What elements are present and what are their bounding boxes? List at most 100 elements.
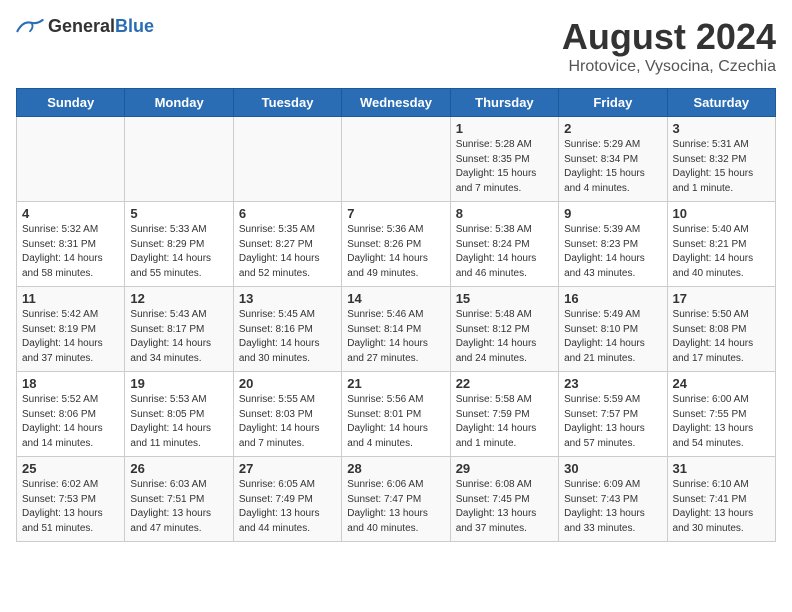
day-number: 10	[673, 206, 770, 221]
day-cell	[17, 117, 125, 202]
day-number: 3	[673, 121, 770, 136]
day-info: Sunrise: 5:32 AM Sunset: 8:31 PM Dayligh…	[22, 223, 119, 281]
day-cell: 9 Sunrise: 5:39 AM Sunset: 8:23 PM Daylig…	[559, 202, 667, 287]
column-header-saturday: Saturday	[667, 89, 775, 117]
day-info: Sunrise: 5:33 AM Sunset: 8:29 PM Dayligh…	[130, 223, 227, 281]
day-number: 11	[22, 291, 119, 306]
day-number: 14	[347, 291, 444, 306]
day-number: 12	[130, 291, 227, 306]
day-cell: 12 Sunrise: 5:43 AM Sunset: 8:17 PM Dayli…	[125, 287, 233, 372]
day-info: Sunrise: 6:06 AM Sunset: 7:47 PM Dayligh…	[347, 478, 444, 536]
day-info: Sunrise: 5:46 AM Sunset: 8:14 PM Dayligh…	[347, 308, 444, 366]
day-number: 6	[239, 206, 336, 221]
day-number: 22	[456, 376, 553, 391]
column-header-thursday: Thursday	[450, 89, 558, 117]
day-cell: 6 Sunrise: 5:35 AM Sunset: 8:27 PM Daylig…	[233, 202, 341, 287]
day-number: 2	[564, 121, 661, 136]
day-info: Sunrise: 5:45 AM Sunset: 8:16 PM Dayligh…	[239, 308, 336, 366]
day-cell: 4 Sunrise: 5:32 AM Sunset: 8:31 PM Daylig…	[17, 202, 125, 287]
day-number: 28	[347, 461, 444, 476]
header-row: SundayMondayTuesdayWednesdayThursdayFrid…	[17, 89, 776, 117]
day-cell: 27Sunrise: 6:05 AM Sunset: 7:49 PM Dayli…	[233, 457, 341, 542]
day-cell: 17Sunrise: 5:50 AM Sunset: 8:08 PM Dayli…	[667, 287, 775, 372]
day-cell: 19 Sunrise: 5:53 AM Sunset: 8:05 PM Dayli…	[125, 372, 233, 457]
column-header-monday: Monday	[125, 89, 233, 117]
day-cell: 11 Sunrise: 5:42 AM Sunset: 8:19 PM Dayli…	[17, 287, 125, 372]
day-cell: 24Sunrise: 6:00 AM Sunset: 7:55 PM Dayli…	[667, 372, 775, 457]
day-cell: 16 Sunrise: 5:49 AM Sunset: 8:10 PM Dayli…	[559, 287, 667, 372]
logo: GeneralBlue	[16, 16, 154, 37]
day-info: Sunrise: 5:38 AM Sunset: 8:24 PM Dayligh…	[456, 223, 553, 281]
day-cell: 7Sunrise: 5:36 AM Sunset: 8:26 PM Daylig…	[342, 202, 450, 287]
day-info: Sunrise: 6:03 AM Sunset: 7:51 PM Dayligh…	[130, 478, 227, 536]
day-number: 21	[347, 376, 444, 391]
day-info: Sunrise: 5:56 AM Sunset: 8:01 PM Dayligh…	[347, 393, 444, 451]
day-info: Sunrise: 5:31 AM Sunset: 8:32 PM Dayligh…	[673, 138, 770, 196]
day-info: Sunrise: 6:10 AM Sunset: 7:41 PM Dayligh…	[673, 478, 770, 536]
day-cell: 13Sunrise: 5:45 AM Sunset: 8:16 PM Dayli…	[233, 287, 341, 372]
day-number: 26	[130, 461, 227, 476]
day-info: Sunrise: 5:29 AM Sunset: 8:34 PM Dayligh…	[564, 138, 661, 196]
day-number: 8	[456, 206, 553, 221]
week-row-5: 25Sunrise: 6:02 AM Sunset: 7:53 PM Dayli…	[17, 457, 776, 542]
logo-blue: Blue	[115, 16, 154, 36]
column-header-tuesday: Tuesday	[233, 89, 341, 117]
day-number: 19	[130, 376, 227, 391]
day-cell: 8 Sunrise: 5:38 AM Sunset: 8:24 PM Daylig…	[450, 202, 558, 287]
day-info: Sunrise: 6:09 AM Sunset: 7:43 PM Dayligh…	[564, 478, 661, 536]
week-row-2: 4 Sunrise: 5:32 AM Sunset: 8:31 PM Daylig…	[17, 202, 776, 287]
day-number: 5	[130, 206, 227, 221]
day-number: 25	[22, 461, 119, 476]
day-info: Sunrise: 5:52 AM Sunset: 8:06 PM Dayligh…	[22, 393, 119, 451]
location-subtitle: Hrotovice, Vysocina, Czechia	[562, 58, 776, 76]
day-cell	[233, 117, 341, 202]
day-info: Sunrise: 5:43 AM Sunset: 8:17 PM Dayligh…	[130, 308, 227, 366]
logo-general: General	[48, 16, 115, 36]
day-number: 30	[564, 461, 661, 476]
day-number: 24	[673, 376, 770, 391]
day-number: 16	[564, 291, 661, 306]
day-cell: 2 Sunrise: 5:29 AM Sunset: 8:34 PM Daylig…	[559, 117, 667, 202]
day-number: 18	[22, 376, 119, 391]
day-number: 15	[456, 291, 553, 306]
day-cell: 10Sunrise: 5:40 AM Sunset: 8:21 PM Dayli…	[667, 202, 775, 287]
month-title: August 2024	[562, 16, 776, 58]
day-cell	[125, 117, 233, 202]
day-number: 27	[239, 461, 336, 476]
column-header-friday: Friday	[559, 89, 667, 117]
day-info: Sunrise: 5:39 AM Sunset: 8:23 PM Dayligh…	[564, 223, 661, 281]
day-number: 29	[456, 461, 553, 476]
day-number: 1	[456, 121, 553, 136]
day-cell: 14 Sunrise: 5:46 AM Sunset: 8:14 PM Dayli…	[342, 287, 450, 372]
calendar-table: SundayMondayTuesdayWednesdayThursdayFrid…	[16, 88, 776, 542]
day-info: Sunrise: 5:36 AM Sunset: 8:26 PM Dayligh…	[347, 223, 444, 281]
day-cell	[342, 117, 450, 202]
column-header-wednesday: Wednesday	[342, 89, 450, 117]
day-info: Sunrise: 5:59 AM Sunset: 7:57 PM Dayligh…	[564, 393, 661, 451]
day-cell: 22Sunrise: 5:58 AM Sunset: 7:59 PM Dayli…	[450, 372, 558, 457]
day-cell: 31Sunrise: 6:10 AM Sunset: 7:41 PM Dayli…	[667, 457, 775, 542]
day-info: Sunrise: 5:49 AM Sunset: 8:10 PM Dayligh…	[564, 308, 661, 366]
day-number: 9	[564, 206, 661, 221]
week-row-4: 18 Sunrise: 5:52 AM Sunset: 8:06 PM Dayli…	[17, 372, 776, 457]
day-info: Sunrise: 5:53 AM Sunset: 8:05 PM Dayligh…	[130, 393, 227, 451]
header: GeneralBlue August 2024 Hrotovice, Vysoc…	[16, 16, 776, 76]
day-info: Sunrise: 5:35 AM Sunset: 8:27 PM Dayligh…	[239, 223, 336, 281]
day-cell: 15Sunrise: 5:48 AM Sunset: 8:12 PM Dayli…	[450, 287, 558, 372]
day-info: Sunrise: 5:28 AM Sunset: 8:35 PM Dayligh…	[456, 138, 553, 196]
day-info: Sunrise: 5:55 AM Sunset: 8:03 PM Dayligh…	[239, 393, 336, 451]
day-cell: 25Sunrise: 6:02 AM Sunset: 7:53 PM Dayli…	[17, 457, 125, 542]
logo-text: GeneralBlue	[48, 16, 154, 37]
day-info: Sunrise: 5:42 AM Sunset: 8:19 PM Dayligh…	[22, 308, 119, 366]
day-number: 17	[673, 291, 770, 306]
day-cell: 20 Sunrise: 5:55 AM Sunset: 8:03 PM Dayli…	[233, 372, 341, 457]
day-number: 4	[22, 206, 119, 221]
logo-bird-icon	[16, 17, 44, 37]
day-number: 20	[239, 376, 336, 391]
day-cell: 1 Sunrise: 5:28 AM Sunset: 8:35 PM Daylig…	[450, 117, 558, 202]
week-row-3: 11 Sunrise: 5:42 AM Sunset: 8:19 PM Dayli…	[17, 287, 776, 372]
week-row-1: 1 Sunrise: 5:28 AM Sunset: 8:35 PM Daylig…	[17, 117, 776, 202]
column-header-sunday: Sunday	[17, 89, 125, 117]
day-number: 23	[564, 376, 661, 391]
day-cell: 26 Sunrise: 6:03 AM Sunset: 7:51 PM Dayli…	[125, 457, 233, 542]
